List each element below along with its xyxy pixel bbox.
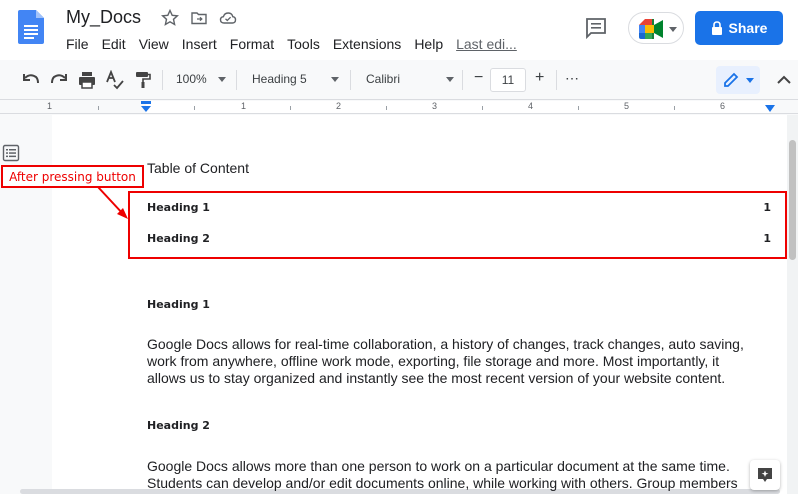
style-dropdown-icon[interactable] [331,77,339,82]
heading-1[interactable]: Heading 1 [147,298,210,311]
undo-icon[interactable] [21,70,41,90]
menu-tools[interactable]: Tools [287,36,320,52]
document-outline-icon[interactable] [2,144,20,162]
google-meet-icon [639,19,663,39]
toc-title: Table of Content [147,160,249,176]
menu-bar: File Edit View Insert Format Tools Exten… [66,36,530,52]
toolbar: 100% Heading 5 Calibri − + ⋯ [0,60,798,100]
ruler-tick [674,106,675,110]
paragraph-style-select[interactable]: Heading 5 [252,72,307,86]
menu-insert[interactable]: Insert [182,36,217,52]
zoom-select[interactable]: 100% [176,72,207,86]
ruler-number: 3 [432,101,438,111]
font-select[interactable]: Calibri [366,72,400,86]
left-indent-marker-icon[interactable] [140,101,152,113]
ruler-text-area [146,101,770,113]
menu-view[interactable]: View [139,36,169,52]
explore-button[interactable] [750,460,780,490]
ruler-number: 5 [624,101,630,111]
ruler-tick [578,106,579,110]
menu-format[interactable]: Format [230,36,274,52]
ruler-tick [482,106,483,110]
share-button[interactable]: Share [695,11,783,45]
scrollbar-thumb[interactable] [789,140,796,260]
ruler-tick [98,106,99,110]
ruler-number: 1 [241,101,247,111]
collapse-toolbar-icon[interactable] [774,70,794,90]
explore-icon [758,468,772,482]
title-bar: My_Docs File Edit View Insert Format Too… [0,0,798,60]
cloud-saved-icon[interactable] [219,9,237,27]
ruler-number: 1 [47,101,53,111]
redo-icon[interactable] [49,70,69,90]
toolbar-divider [236,70,237,90]
lock-icon [711,21,722,35]
ruler-tick [386,106,387,110]
meet-button[interactable] [628,12,684,44]
pencil-icon [724,72,739,87]
font-size-input[interactable]: 11 [490,68,526,92]
toolbar-divider [162,70,163,90]
last-edit-link[interactable]: Last edi... [456,36,517,52]
share-label: Share [728,20,768,36]
toolbar-divider [556,70,557,90]
toolbar-divider [350,70,351,90]
star-icon[interactable] [161,9,179,27]
decrease-font-size-button[interactable]: − [474,69,483,87]
ruler-number: 6 [720,101,726,111]
move-folder-icon[interactable] [190,9,208,27]
spellcheck-icon[interactable] [105,70,125,90]
font-dropdown-icon[interactable] [446,77,454,82]
ruler-tick [290,106,291,110]
print-icon[interactable] [77,70,97,90]
chevron-down-icon [669,27,677,32]
document-title[interactable]: My_Docs [66,7,141,28]
zoom-dropdown-icon[interactable] [218,77,226,82]
increase-font-size-button[interactable]: + [535,69,544,87]
annotation-callout: After pressing button [1,165,144,188]
ruler-number: 2 [336,101,342,111]
ruler-tick [194,106,195,110]
heading-2[interactable]: Heading 2 [147,419,210,432]
paragraph-1[interactable]: Google Docs allows for real-time collabo… [147,336,747,387]
chevron-down-icon [746,78,754,83]
toolbar-divider [462,70,463,90]
comments-icon[interactable] [584,16,608,40]
ruler-number: 4 [528,101,534,111]
menu-edit[interactable]: Edit [102,36,126,52]
right-indent-marker-icon[interactable] [764,101,776,113]
editing-mode-button[interactable] [716,66,760,94]
menu-extensions[interactable]: Extensions [333,36,401,52]
annotation-highlight-box [128,191,787,259]
paragraph-2-line-1[interactable]: Google Docs allows more than one person … [147,458,798,475]
menu-file[interactable]: File [66,36,89,52]
google-docs-logo-icon[interactable] [18,10,44,44]
more-options-button[interactable]: ⋯ [565,70,579,87]
paragraph-2-line-2[interactable]: Students can develop and/or edit documen… [147,475,798,492]
google-docs-window: My_Docs File Edit View Insert Format Too… [0,0,798,494]
paint-format-icon[interactable] [133,70,153,90]
menu-help[interactable]: Help [414,36,443,52]
